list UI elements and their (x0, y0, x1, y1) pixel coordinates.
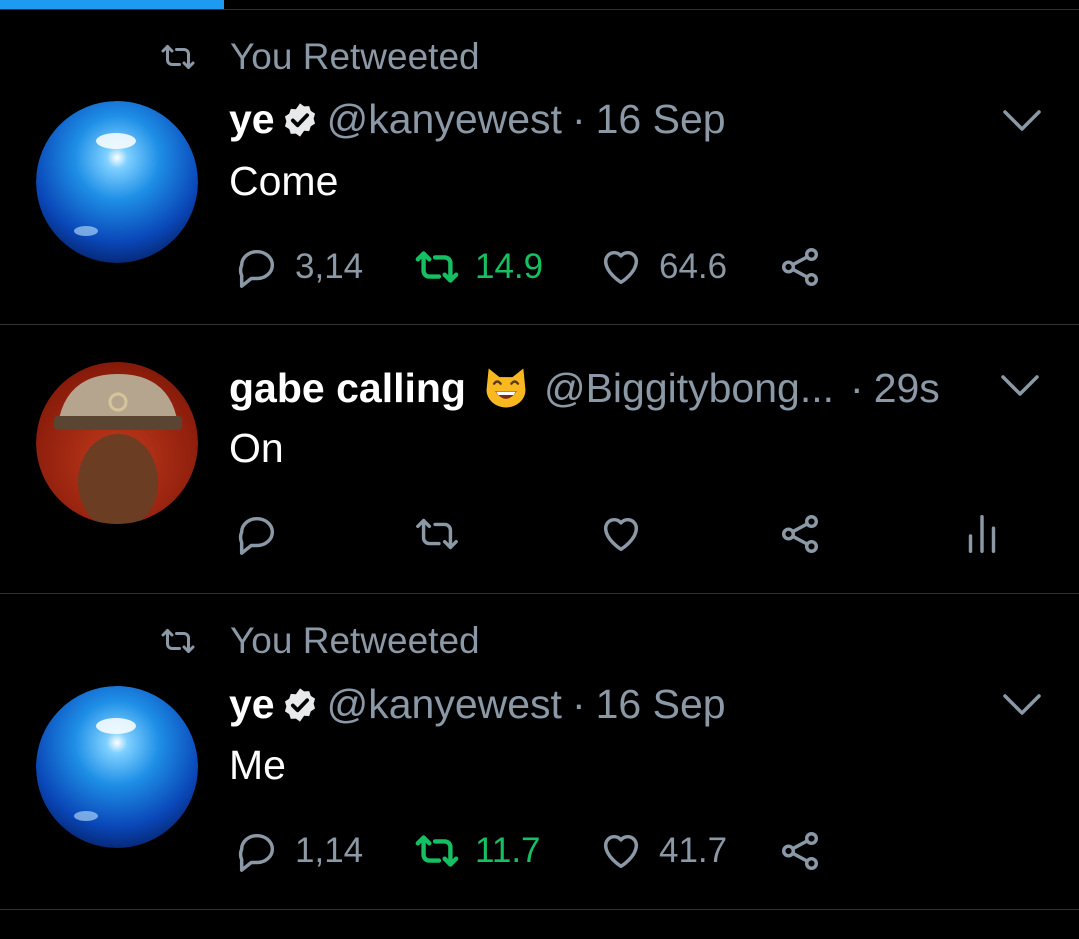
separator-dot: · (571, 681, 586, 727)
retweet-count: 14.9 (475, 247, 544, 286)
display-name[interactable]: ye (229, 96, 275, 143)
timestamp[interactable]: 16 Sep (596, 681, 726, 728)
like-button[interactable]: 64.6 (597, 244, 727, 290)
tweet-text: Me (229, 742, 286, 788)
tweet-header: ye @kanyewest · 16 Sep (229, 681, 726, 728)
chevron-down-icon[interactable] (1002, 692, 1042, 718)
handle[interactable]: @kanyewest (327, 681, 562, 728)
avatar[interactable] (36, 686, 198, 848)
smiling-cat-face-icon (486, 368, 526, 408)
reply-button[interactable]: 1,14 (233, 828, 363, 874)
like-button[interactable] (597, 511, 645, 557)
share-button[interactable] (776, 244, 824, 290)
share-icon (781, 248, 819, 286)
reply-icon (238, 249, 275, 288)
retweet-icon (161, 629, 195, 653)
display-name[interactable]: gabe calling (229, 365, 466, 412)
analytics-icon (968, 515, 996, 553)
display-name[interactable]: ye (229, 681, 275, 728)
reply-count: 1,14 (295, 831, 363, 870)
separator-dot: · (571, 96, 586, 142)
timestamp[interactable]: 16 Sep (596, 96, 726, 143)
avatar[interactable] (36, 101, 198, 263)
tweet-text: Come (229, 158, 339, 204)
heart-icon (603, 517, 639, 552)
avatar[interactable] (36, 362, 198, 524)
share-button[interactable] (776, 511, 824, 557)
reply-button[interactable]: 3,14 (233, 244, 363, 290)
retweet-context-label: You Retweeted (230, 36, 480, 77)
handle[interactable]: @Biggitybong... (544, 365, 834, 412)
loading-bar (0, 0, 1079, 9)
like-count: 64.6 (659, 247, 727, 286)
reply-count: 3,14 (295, 247, 363, 286)
heart-icon (603, 834, 639, 869)
tweet-header: gabe calling @Biggitybong... · 29s (229, 362, 940, 414)
share-icon (781, 515, 819, 553)
verified-badge-icon (284, 102, 315, 137)
chevron-down-icon[interactable] (1002, 108, 1042, 134)
reply-icon (238, 516, 275, 555)
tweet-divider (0, 909, 1079, 910)
tweet-text: On (229, 425, 284, 471)
retweet-button[interactable]: 14.9 (413, 244, 545, 290)
chevron-down-icon[interactable] (1000, 373, 1040, 399)
timestamp[interactable]: 29s (874, 365, 940, 412)
tweet-header: ye @kanyewest · 16 Sep (229, 96, 726, 143)
tweet-3[interactable]: You Retweeted ye @kanyewest · 16 Sep Me … (0, 594, 1079, 909)
retweet-icon (415, 835, 459, 867)
retweet-icon (416, 518, 458, 550)
retweet-count: 11.7 (475, 831, 541, 870)
like-button[interactable]: 41.7 (597, 828, 727, 874)
analytics-button[interactable] (958, 511, 1006, 557)
reply-button[interactable] (233, 511, 281, 557)
verified-badge-icon (284, 687, 315, 722)
retweet-context: You Retweeted (160, 620, 480, 662)
separator-dot: · (850, 364, 864, 411)
retweet-context: You Retweeted (160, 36, 480, 78)
like-count: 41.7 (659, 831, 727, 870)
loading-bar-fill (0, 0, 224, 9)
handle[interactable]: @kanyewest (327, 96, 562, 143)
tweet-1[interactable]: You Retweeted ye @kanyewest · 16 Sep Com… (0, 10, 1079, 324)
share-icon (781, 832, 819, 870)
heart-icon (603, 250, 639, 285)
retweet-button[interactable]: 11.7 (413, 828, 545, 874)
retweet-context-label: You Retweeted (230, 620, 480, 661)
bucket-hat-avatar-image (36, 362, 198, 524)
retweet-button[interactable] (413, 511, 461, 557)
reply-icon (238, 833, 275, 872)
blue-orb-avatar-image (36, 101, 198, 263)
share-button[interactable] (776, 828, 824, 874)
retweet-icon (415, 251, 459, 283)
blue-orb-avatar-image (36, 686, 198, 848)
tweet-2[interactable]: gabe calling @Biggitybong... · 29s On (0, 325, 1079, 593)
retweet-icon (161, 45, 195, 69)
